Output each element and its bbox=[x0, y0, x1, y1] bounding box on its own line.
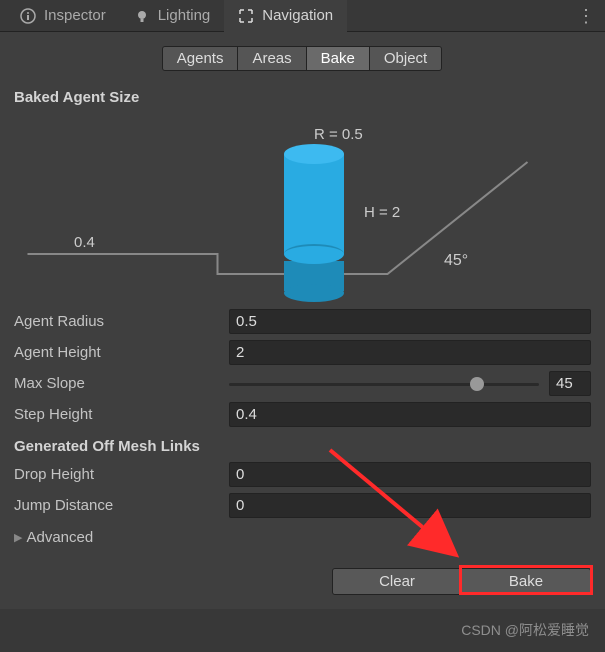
subtab-areas[interactable]: Areas bbox=[237, 46, 306, 71]
agent-radius-label: Agent Radius bbox=[14, 313, 229, 330]
tab-lighting-label: Lighting bbox=[158, 7, 211, 24]
agent-cylinder bbox=[284, 144, 344, 274]
chevron-right-icon: ▶ bbox=[14, 531, 22, 544]
bake-button[interactable]: Bake bbox=[461, 568, 591, 595]
subtab-bar: Agents Areas Bake Object bbox=[0, 32, 605, 81]
subtab-object[interactable]: Object bbox=[369, 46, 442, 71]
advanced-foldout[interactable]: ▶ Advanced bbox=[0, 521, 605, 554]
navigation-icon bbox=[238, 8, 254, 24]
jump-distance-input[interactable] bbox=[229, 493, 591, 518]
agent-radius-input[interactable] bbox=[229, 309, 591, 334]
watermark-text: CSDN @阿松爱睡觉 bbox=[461, 620, 589, 640]
bulb-icon bbox=[134, 8, 150, 24]
step-height-input[interactable] bbox=[229, 402, 591, 427]
kebab-menu-icon[interactable]: ⋮ bbox=[577, 6, 595, 27]
max-slope-value-input[interactable] bbox=[549, 371, 591, 396]
info-icon bbox=[20, 8, 36, 24]
baked-agent-size-heading: Baked Agent Size bbox=[0, 81, 605, 110]
tab-lighting[interactable]: Lighting bbox=[120, 0, 225, 32]
advanced-label: Advanced bbox=[26, 529, 93, 546]
diagram-height-label: H = 2 bbox=[364, 204, 400, 221]
diagram-radius-label: R = 0.5 bbox=[314, 126, 363, 143]
diagram-slope-label: 45° bbox=[444, 252, 468, 270]
clear-button[interactable]: Clear bbox=[332, 568, 462, 595]
tab-inspector[interactable]: Inspector bbox=[6, 0, 120, 32]
slider-thumb[interactable] bbox=[470, 377, 484, 391]
step-height-label: Step Height bbox=[14, 406, 229, 423]
max-slope-slider[interactable] bbox=[229, 375, 539, 393]
jump-distance-label: Jump Distance bbox=[14, 497, 229, 514]
subtab-agents[interactable]: Agents bbox=[162, 46, 239, 71]
tab-navigation[interactable]: Navigation bbox=[224, 0, 347, 32]
top-tab-bar: Inspector Lighting Navigation ⋮ bbox=[0, 0, 605, 32]
navigation-panel: Agents Areas Bake Object Baked Agent Siz… bbox=[0, 32, 605, 609]
generated-off-mesh-links-heading: Generated Off Mesh Links bbox=[0, 430, 605, 459]
button-row: Clear Bake bbox=[0, 554, 605, 609]
drop-height-input[interactable] bbox=[229, 462, 591, 487]
max-slope-label: Max Slope bbox=[14, 375, 229, 392]
tab-navigation-label: Navigation bbox=[262, 7, 333, 24]
drop-height-label: Drop Height bbox=[14, 466, 229, 483]
tab-inspector-label: Inspector bbox=[44, 7, 106, 24]
subtab-bake[interactable]: Bake bbox=[306, 46, 370, 71]
agent-height-label: Agent Height bbox=[14, 344, 229, 361]
agent-height-input[interactable] bbox=[229, 340, 591, 365]
agent-size-diagram: 0.4 R = 0.5 H = 2 45° bbox=[14, 114, 591, 294]
diagram-step-label: 0.4 bbox=[74, 234, 95, 251]
